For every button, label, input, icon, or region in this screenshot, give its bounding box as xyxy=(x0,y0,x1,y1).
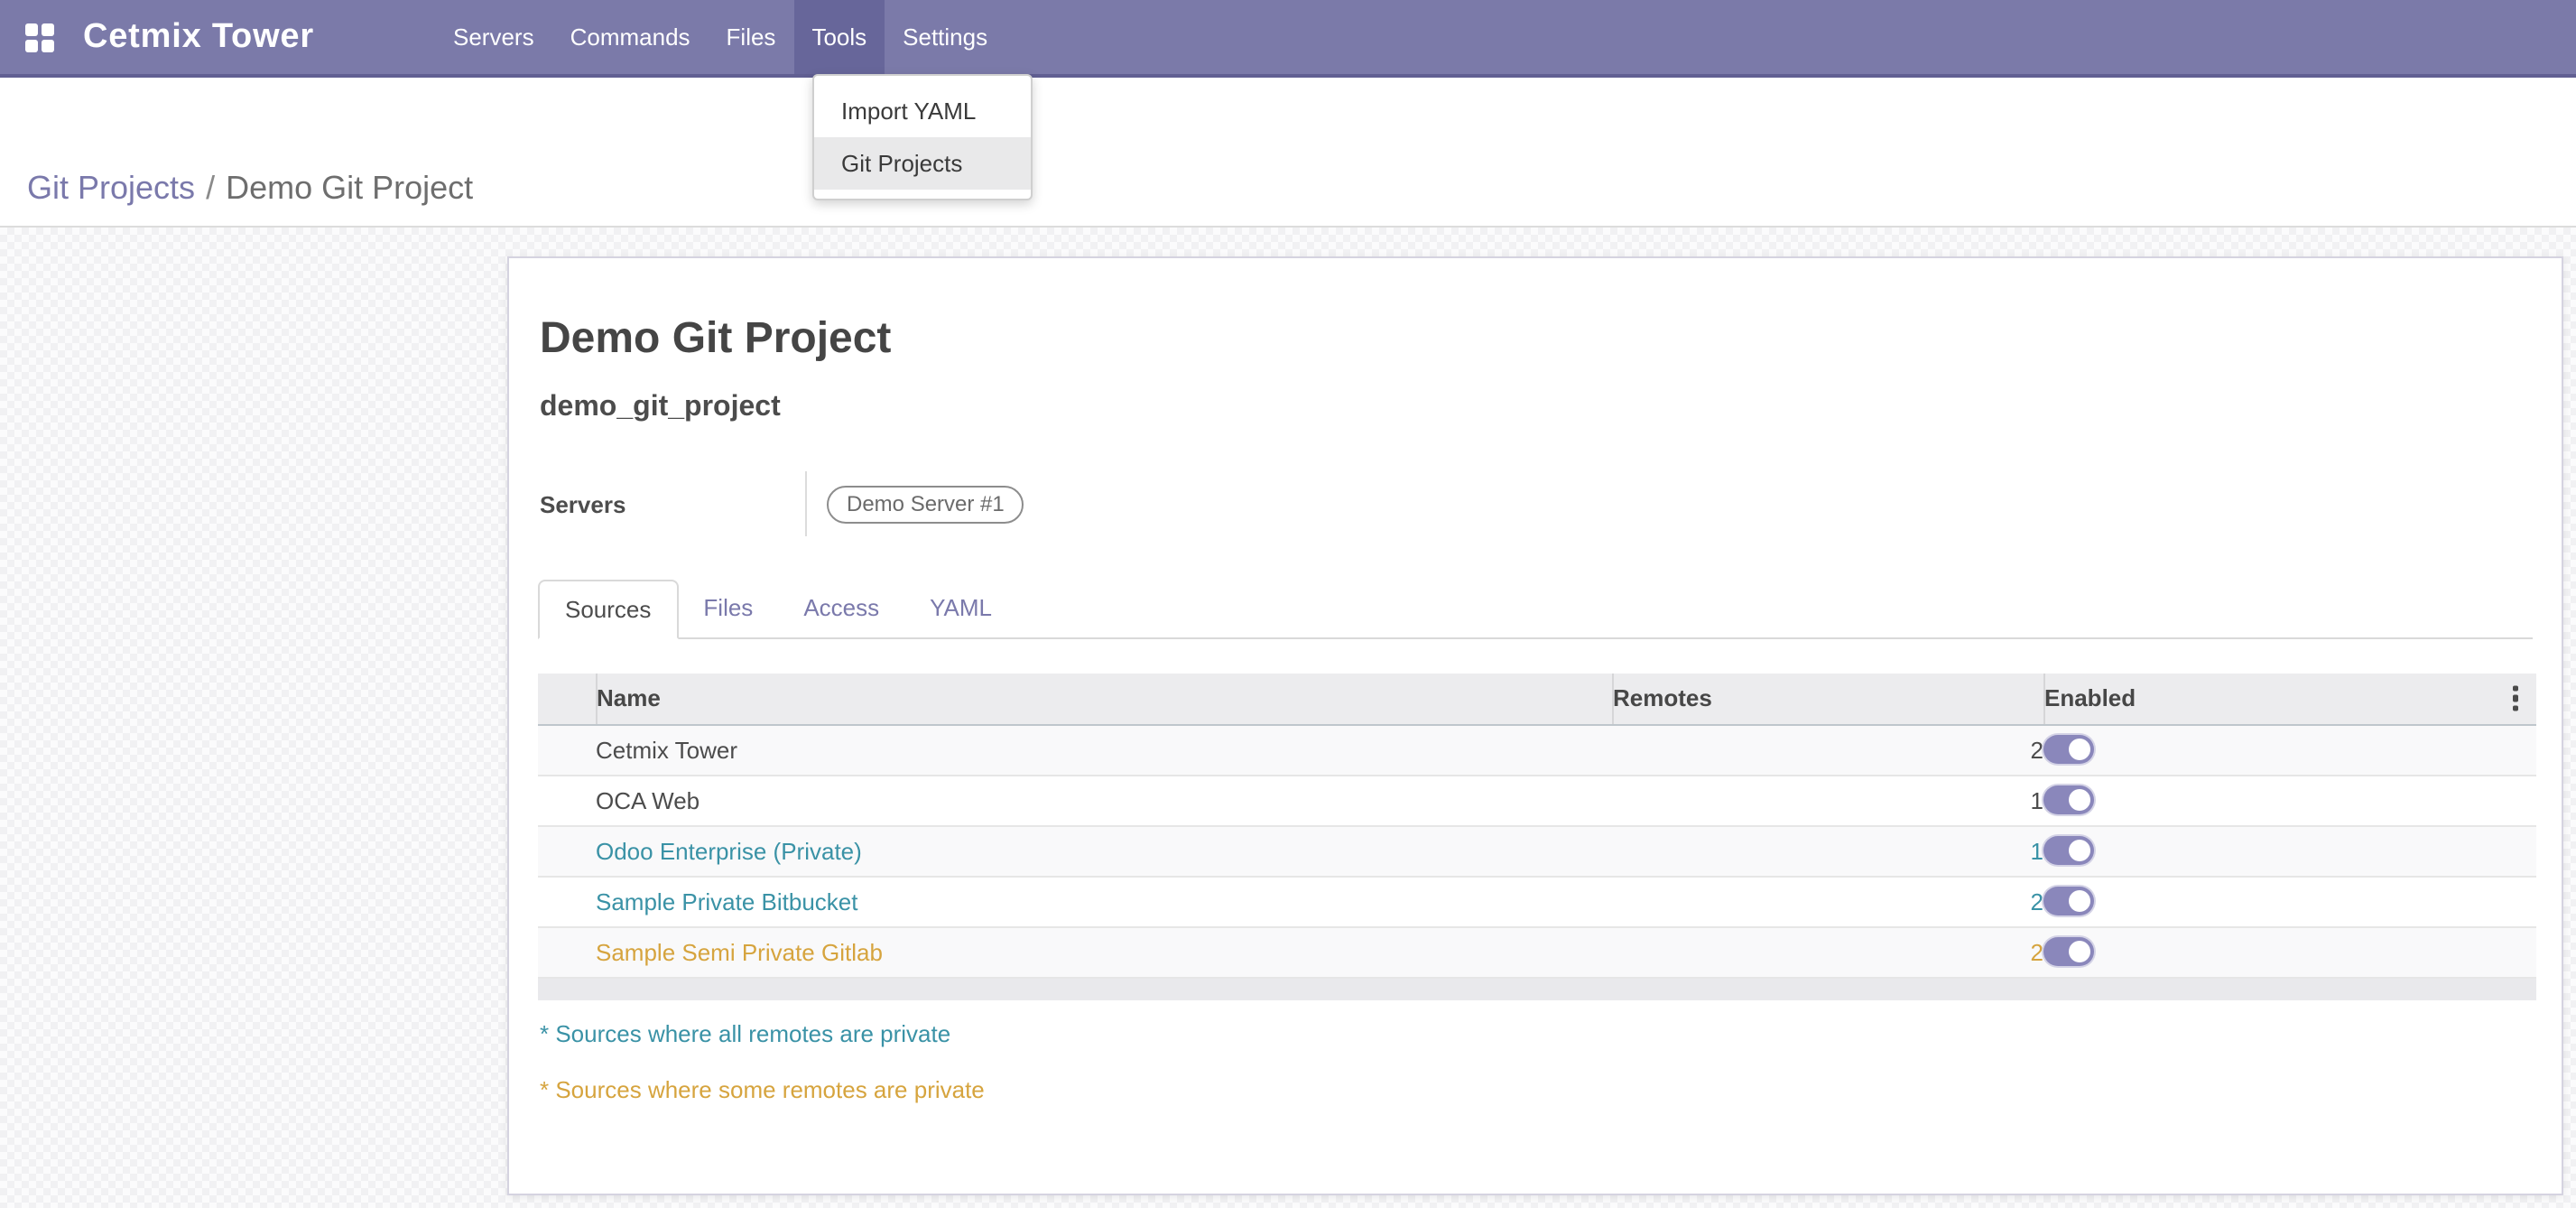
row-checkbox-cell[interactable] xyxy=(538,775,596,825)
source-name[interactable]: Sample Semi Private Gitlab xyxy=(596,926,1612,977)
enabled-cell xyxy=(2043,775,2536,825)
header-checkbox-column[interactable] xyxy=(538,674,596,724)
row-checkbox-cell[interactable] xyxy=(538,825,596,876)
app-window: Cetmix Tower Servers Commands Files Tool… xyxy=(0,0,2576,1208)
record-technical-name: demo_git_project xyxy=(540,390,2533,424)
dropdown-item-import-yaml[interactable]: Import YAML xyxy=(814,85,1031,137)
remotes-count: 1 xyxy=(1612,775,2043,825)
source-name[interactable]: Sample Private Bitbucket xyxy=(596,876,1612,926)
enabled-toggle[interactable] xyxy=(2043,736,2094,765)
control-panel: Git Projects/Demo Git Project Edit Creat… xyxy=(0,78,2576,228)
content-area: Demo Git Project demo_git_project Server… xyxy=(0,228,2576,1208)
source-name[interactable]: OCA Web xyxy=(596,775,1612,825)
top-navbar: Cetmix Tower Servers Commands Files Tool… xyxy=(0,0,2576,78)
menu-item-servers[interactable]: Servers xyxy=(435,0,552,74)
header-enabled[interactable]: Enabled xyxy=(2043,674,2536,724)
enabled-cell xyxy=(2043,724,2536,775)
source-name[interactable]: Odoo Enterprise (Private) xyxy=(596,825,1612,876)
row-checkbox-cell[interactable] xyxy=(538,876,596,926)
enabled-toggle[interactable] xyxy=(2043,837,2094,866)
tab-access[interactable]: Access xyxy=(778,580,904,637)
table-header-row: Name Remotes Enabled xyxy=(538,674,2536,724)
server-tag: Demo Server #1 xyxy=(827,485,1024,523)
optional-columns-icon[interactable] xyxy=(2512,685,2518,711)
menu-item-commands[interactable]: Commands xyxy=(552,0,709,74)
notebook-tabs: Sources Files Access YAML xyxy=(538,580,2533,639)
enabled-cell xyxy=(2043,926,2536,977)
record-title: Demo Git Project xyxy=(540,312,2533,365)
tab-yaml[interactable]: YAML xyxy=(904,580,1017,637)
breadcrumb-parent-link[interactable]: Git Projects xyxy=(27,170,195,206)
servers-field-value: Demo Server #1 xyxy=(805,471,1024,536)
remotes-count: 2 xyxy=(1612,926,2043,977)
menu-item-tools[interactable]: Tools xyxy=(793,0,885,74)
menu-item-settings[interactable]: Settings xyxy=(885,0,1005,74)
tab-sources[interactable]: Sources xyxy=(538,580,678,639)
breadcrumb-separator: / xyxy=(195,170,226,206)
sources-table: Name Remotes Enabled Cetmix Tower 2 xyxy=(538,674,2536,978)
row-checkbox-cell[interactable] xyxy=(538,926,596,977)
table-row[interactable]: Cetmix Tower 2 xyxy=(538,724,2536,775)
apps-grid-icon[interactable] xyxy=(25,23,54,52)
enabled-toggle[interactable] xyxy=(2043,786,2094,815)
row-checkbox-cell[interactable] xyxy=(538,724,596,775)
table-row[interactable]: Sample Semi Private Gitlab 2 xyxy=(538,926,2536,977)
header-remotes[interactable]: Remotes xyxy=(1612,674,2043,724)
footnote-some-private: * Sources where some remotes are private xyxy=(540,1075,2533,1104)
menu-item-files[interactable]: Files xyxy=(709,0,794,74)
enabled-toggle[interactable] xyxy=(2043,887,2094,916)
enabled-toggle[interactable] xyxy=(2043,938,2094,967)
main-menu: Servers Commands Files Tools Settings xyxy=(435,0,1005,74)
table-row[interactable]: Odoo Enterprise (Private) 1 xyxy=(538,825,2536,876)
breadcrumb-current: Demo Git Project xyxy=(226,170,473,206)
servers-field-label: Servers xyxy=(538,490,805,517)
table-row[interactable]: Sample Private Bitbucket 2 xyxy=(538,876,2536,926)
source-name[interactable]: Cetmix Tower xyxy=(596,724,1612,775)
dropdown-item-git-projects[interactable]: Git Projects xyxy=(814,137,1031,190)
app-brand[interactable]: Cetmix Tower xyxy=(83,0,314,74)
breadcrumb: Git Projects/Demo Git Project xyxy=(27,170,473,208)
servers-field-row: Servers Demo Server #1 xyxy=(538,471,2533,536)
remotes-count: 2 xyxy=(1612,724,2043,775)
remotes-count: 1 xyxy=(1612,825,2043,876)
tools-dropdown-menu: Import YAML Git Projects xyxy=(812,74,1033,200)
footnote-all-private: * Sources where all remotes are private xyxy=(540,1019,2533,1048)
enabled-cell xyxy=(2043,825,2536,876)
table-row[interactable]: OCA Web 1 xyxy=(538,775,2536,825)
table-footer-strip xyxy=(538,978,2536,999)
enabled-cell xyxy=(2043,876,2536,926)
header-name[interactable]: Name xyxy=(596,674,1612,724)
remotes-count: 2 xyxy=(1612,876,2043,926)
form-sheet: Demo Git Project demo_git_project Server… xyxy=(507,256,2563,1195)
tab-files[interactable]: Files xyxy=(678,580,778,637)
